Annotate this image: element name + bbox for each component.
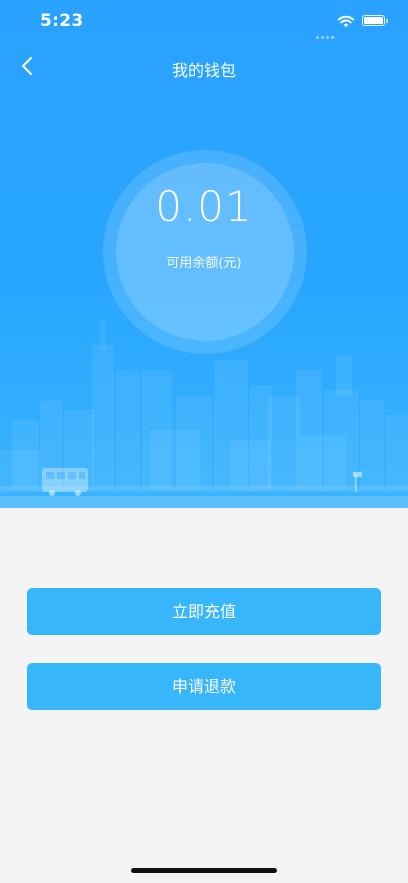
- status-bar: 5:23: [0, 0, 408, 44]
- battery-icon: [362, 15, 388, 26]
- balance-amount: 0.01: [155, 182, 253, 231]
- refund-button[interactable]: 申请退款: [27, 663, 381, 710]
- recharge-button[interactable]: 立即充值: [27, 588, 381, 635]
- page-title: 我的钱包: [171, 61, 236, 80]
- wallet-header: 5:23 我的钱包 0.01 可用余额(元): [0, 0, 408, 508]
- wifi-icon: [337, 15, 355, 28]
- status-time: 5:23: [40, 11, 84, 31]
- bus-icon: [42, 468, 88, 496]
- balance-label: 可用余额(元): [166, 256, 242, 271]
- nav-bar: 我的钱包: [0, 44, 408, 88]
- city-skyline-illustration: [0, 320, 408, 508]
- cellular-signal-icon: [316, 24, 336, 43]
- home-indicator: [131, 868, 277, 873]
